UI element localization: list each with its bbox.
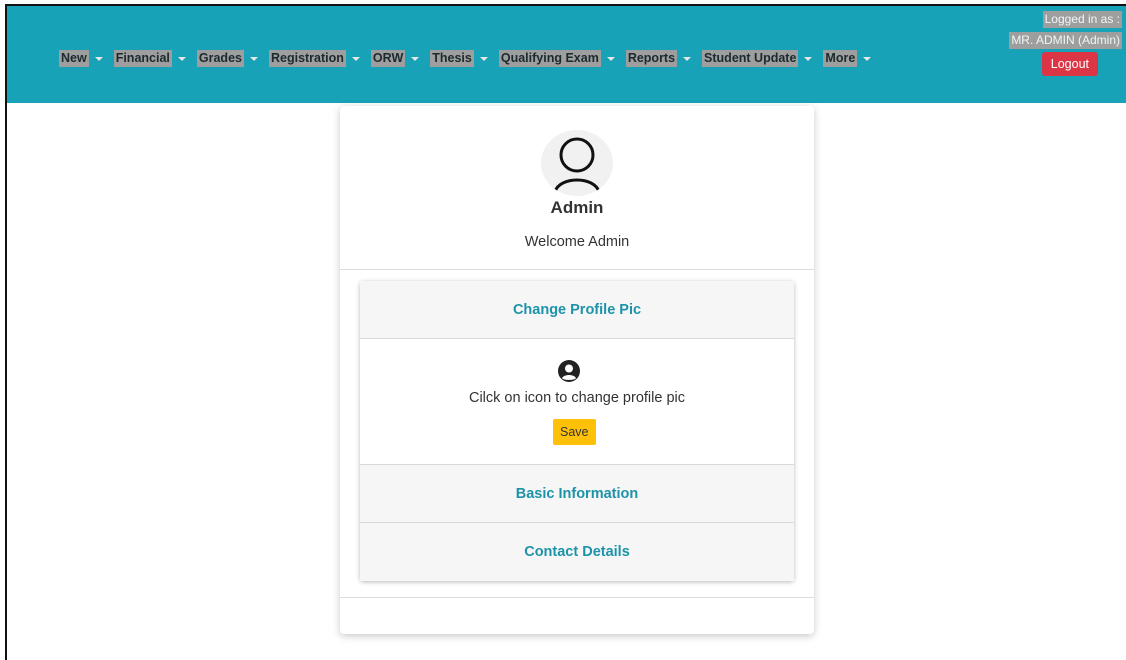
caret-down-icon (804, 56, 813, 61)
nav-item-qualifying-exam[interactable]: Qualifying Exam (498, 50, 615, 67)
nav-item-label: More (823, 50, 858, 67)
nav-item-student-update[interactable]: Student Update (702, 50, 813, 67)
caret-down-icon (683, 56, 692, 61)
logged-in-user: MR. ADMIN (Admin) (1009, 32, 1122, 49)
caret-down-icon (479, 56, 488, 61)
nav-item-label: Student Update (702, 50, 799, 67)
nav-item-label: New (59, 50, 89, 67)
nav-menu: New Financial Grades Registration ORW Th… (59, 50, 882, 67)
caret-down-icon (351, 56, 360, 61)
card-divider (340, 269, 814, 270)
accordion-title: Contact Details (524, 544, 630, 560)
nav-item-grades[interactable]: Grades (196, 50, 258, 67)
accordion-header-basic-information[interactable]: Basic Information (360, 465, 794, 523)
accordion-header-change-profile-pic[interactable]: Change Profile Pic (360, 281, 794, 339)
profile-name: Admin (550, 198, 604, 217)
app-window: New Financial Grades Registration ORW Th… (5, 4, 1126, 660)
avatar (541, 130, 613, 196)
logout-button[interactable]: Logout (1041, 52, 1098, 76)
nav-item-financial[interactable]: Financial (113, 50, 186, 67)
nav-item-registration[interactable]: Registration (268, 50, 360, 67)
nav-item-label: Grades (196, 50, 244, 67)
caret-down-icon (411, 56, 420, 61)
top-navbar: New Financial Grades Registration ORW Th… (7, 6, 1126, 103)
change-pic-hint: Cilck on icon to change profile pic (468, 390, 685, 406)
nav-item-label: Financial (113, 50, 172, 67)
nav-item-label: Reports (625, 50, 678, 67)
accordion-body-change-profile-pic: Cilck on icon to change profile pic Save (360, 339, 794, 465)
accordion-title: Change Profile Pic (512, 301, 642, 318)
nav-item-new[interactable]: New (59, 50, 103, 67)
profile-card: Admin Welcome Admin Change Profile Pic C… (340, 106, 814, 634)
user-circle-icon[interactable] (557, 359, 581, 383)
card-divider (340, 597, 814, 598)
nav-item-thesis[interactable]: Thesis (430, 50, 488, 67)
caret-down-icon (94, 56, 103, 61)
logged-in-label: Logged in as : (1042, 11, 1122, 28)
caret-down-icon (249, 56, 258, 61)
caret-down-icon (177, 56, 186, 61)
caret-down-icon (863, 56, 872, 61)
user-outline-icon (553, 137, 601, 194)
user-info: Logged in as : MR. ADMIN (Admin) Logout (1002, 10, 1122, 76)
nav-item-orw[interactable]: ORW (370, 50, 420, 67)
welcome-message: Welcome Admin (524, 234, 630, 250)
caret-down-icon (606, 56, 615, 61)
nav-item-label: Thesis (430, 50, 474, 67)
accordion-title: Basic Information (515, 485, 639, 502)
profile-accordion: Change Profile Pic Cilck on icon to chan… (360, 281, 794, 581)
nav-item-label: Registration (268, 50, 346, 67)
nav-item-label: ORW (370, 50, 406, 67)
nav-item-label: Qualifying Exam (498, 50, 601, 67)
nav-item-reports[interactable]: Reports (625, 50, 692, 67)
save-button[interactable]: Save (553, 419, 596, 445)
accordion-header-contact-details[interactable]: Contact Details (360, 523, 794, 581)
nav-item-more[interactable]: More (823, 50, 872, 67)
